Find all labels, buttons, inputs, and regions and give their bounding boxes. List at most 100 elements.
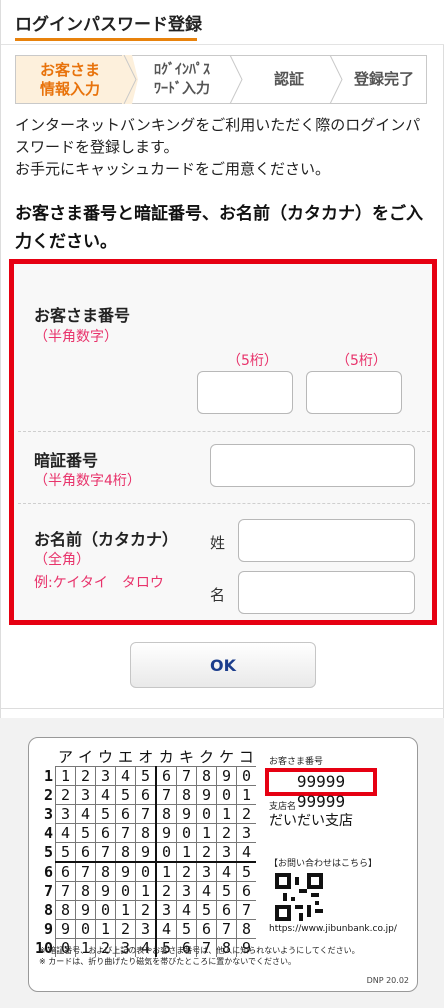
grid-cell: 8 (55, 900, 76, 920)
grid-header: ア (58, 748, 74, 766)
grid-cell: 9 (95, 881, 116, 901)
grid-row-number: 6 (44, 862, 54, 881)
grid-cell: 6 (115, 804, 136, 824)
grid-cell: 5 (115, 785, 136, 805)
grid-cell: 5 (216, 881, 237, 901)
step-auth: 認証 (273, 70, 304, 88)
grid-cell: 8 (135, 823, 157, 843)
grid-cell: 8 (196, 766, 217, 786)
card-branch: だいだい支店 (269, 813, 353, 829)
grid-cell: 2 (236, 804, 257, 824)
name-example: 例:ケイタイ タロウ (34, 575, 164, 591)
grid-cell: 3 (236, 823, 257, 843)
grid-cell: 7 (155, 785, 177, 805)
grid-row-number: 1 (44, 767, 54, 785)
grid-cell: 2 (216, 823, 237, 843)
grid-cell: 2 (135, 900, 157, 920)
grid-cell: 5 (75, 823, 96, 843)
grid-cell: 7 (135, 804, 157, 824)
step-indicator: お客さま 情報入力 ﾛｸﾞｲﾝﾊﾟｽ ﾜｰﾄﾞ入力 認証 登録完了 (15, 55, 427, 104)
grid-cell: 9 (55, 919, 76, 939)
grid-row: 88901234567 (35, 900, 257, 920)
registration-panel: ログインパスワード登録 お客さま 情報入力 ﾛｸﾞｲﾝﾊﾟｽ ﾜｰﾄﾞ入力 認証… (0, 0, 444, 718)
card-notes: ※ 暗証番号、および上記の表やお客さま番号は、他人に知られないようにしてください… (39, 945, 360, 967)
card-note-2: ※ カードは、折り曲げたり磁気を帯びたところに置かないでください。 (39, 957, 297, 966)
grid-row: 55678901234 (35, 842, 257, 862)
grid-row-number: 7 (44, 882, 54, 900)
grid-cell: 1 (135, 881, 157, 901)
grid-row-number: 9 (44, 920, 54, 938)
grid-cell: 4 (216, 861, 237, 882)
grid-cell: 1 (236, 785, 257, 805)
grid-cell: 2 (176, 861, 197, 882)
grid-cell: 5 (196, 900, 217, 920)
grid-row-number: 3 (44, 805, 54, 823)
grid-cell: 5 (135, 766, 157, 786)
grid-cell: 9 (115, 861, 136, 882)
grid-header: キ (179, 748, 195, 766)
grid-cell: 9 (135, 842, 157, 862)
grid-cell: 0 (155, 842, 177, 862)
grid-cell: 6 (216, 900, 237, 920)
grid-cell: 6 (236, 881, 257, 901)
name-label: お名前（カタカナ） (34, 530, 179, 549)
grid-cell: 4 (115, 766, 136, 786)
card-url: https://www.jibunbank.co.jp/ (269, 924, 397, 934)
panel-bottom-line (1, 708, 444, 709)
ok-button[interactable]: OK (130, 642, 316, 688)
grid-cell: 9 (176, 804, 197, 824)
qr-code-icon (275, 873, 323, 921)
grid-cell: 7 (236, 900, 257, 920)
grid-cell: 6 (55, 861, 76, 882)
grid-cell: 8 (95, 861, 116, 882)
grid-cell: 1 (55, 766, 76, 786)
grid-cell: 7 (95, 842, 116, 862)
grid-cell: 0 (196, 804, 217, 824)
last-name-input[interactable] (238, 519, 415, 562)
grid-cell: 6 (155, 766, 177, 786)
security-code-table: ア イ ウ エ オ カ キ ク ケ コ 11234567890223456789… (35, 748, 257, 957)
grid-row: 11234567890 (35, 766, 257, 786)
step-password-input: ﾛｸﾞｲﾝﾊﾟｽ ﾜｰﾄﾞ入力 (154, 61, 210, 97)
grid-cell: 2 (75, 766, 96, 786)
grid-cell: 8 (155, 804, 177, 824)
intro-line-2: お手元にキャッシュカードをご用意ください。 (15, 160, 331, 178)
grid-cell: 4 (75, 804, 96, 824)
grid-cell: 2 (115, 919, 136, 939)
grid-header: ク (199, 748, 215, 766)
grid-cell: 9 (216, 766, 237, 786)
grid-row-number: 4 (44, 824, 54, 842)
intro-line-1: インターネットバンキングをご利用いただく際のログインパスワードを登録します。 (15, 116, 421, 156)
grid-cell: 8 (236, 919, 257, 939)
grid-cell: 0 (95, 900, 116, 920)
grid-cell: 0 (216, 785, 237, 805)
card-customer-number: 99999 99999 (265, 768, 377, 811)
grid-header: イ (78, 748, 94, 766)
header-divider (1, 44, 444, 45)
grid-cell: 3 (75, 785, 96, 805)
grid-cell: 0 (115, 881, 136, 901)
customer-number-input-1[interactable] (197, 371, 293, 414)
grid-cell: 8 (176, 785, 197, 805)
grid-cell: 7 (75, 861, 96, 882)
grid-row: 66789012345 (35, 861, 257, 882)
grid-cell: 1 (155, 861, 177, 882)
card-print-code: DNP 20.02 (366, 976, 409, 985)
first-name-input[interactable] (238, 571, 415, 614)
grid-cell: 8 (75, 881, 96, 901)
customer-number-input-2[interactable] (306, 371, 402, 414)
grid-cell: 9 (196, 785, 217, 805)
grid-row-number: 2 (44, 786, 54, 804)
grid-header: コ (238, 748, 254, 766)
grid-cell: 7 (55, 881, 76, 901)
grid-cell: 1 (196, 823, 217, 843)
grid-cell: 3 (55, 804, 76, 824)
customer-number-label: お客さま番号 (34, 306, 131, 325)
pin-input[interactable] (210, 444, 415, 487)
grid-cell: 6 (95, 823, 116, 843)
card-customer-number-label: お客さま番号 (269, 757, 324, 767)
grid-row: 33456789012 (35, 804, 257, 824)
grid-cell: 5 (95, 804, 116, 824)
cash-card-image: ア イ ウ エ オ カ キ ク ケ コ 11234567890223456789… (28, 737, 418, 992)
divider (18, 431, 430, 432)
